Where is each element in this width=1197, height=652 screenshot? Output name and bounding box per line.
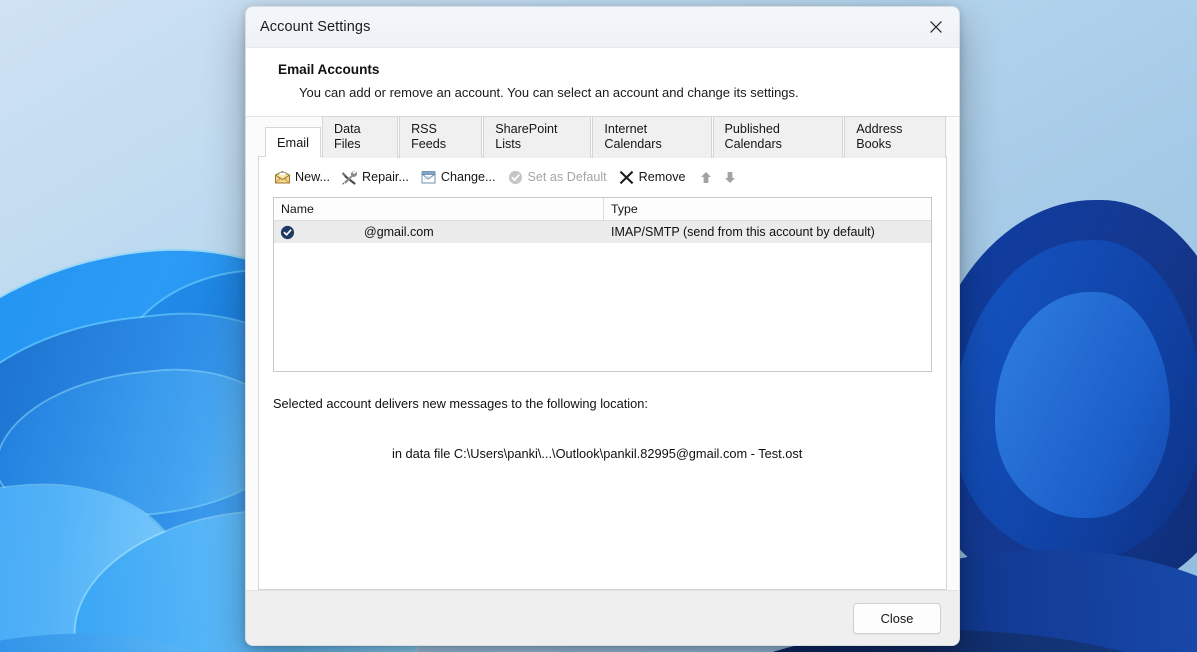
header-band: Email Accounts You can add or remove an …: [246, 48, 959, 117]
tab-address-books[interactable]: Address Books: [844, 116, 946, 158]
desktop-background: Account Settings Email Accounts You can …: [0, 0, 1197, 652]
close-button[interactable]: Close: [853, 603, 941, 634]
repair-button[interactable]: Repair...: [338, 167, 417, 188]
change-account-icon: [420, 169, 437, 186]
tab-rss-feeds[interactable]: RSS Feeds: [399, 116, 482, 158]
page-title: Email Accounts: [278, 62, 959, 77]
repair-label: Repair...: [362, 170, 409, 184]
new-account-label: New...: [295, 170, 330, 184]
tab-published-calendars[interactable]: Published Calendars: [713, 116, 844, 158]
repair-tools-icon: [341, 169, 358, 186]
email-tab-panel: New... Repair...: [258, 156, 947, 590]
tab-data-files[interactable]: Data Files: [322, 116, 398, 158]
account-name-cell: @gmail.com: [274, 225, 604, 240]
new-account-icon: [274, 169, 291, 186]
account-name-text: @gmail.com: [295, 225, 434, 239]
account-type-text: IMAP/SMTP (send from this account by def…: [604, 225, 931, 239]
delivery-location-label: Selected account delivers new messages t…: [273, 396, 946, 411]
default-account-check-icon: [280, 225, 295, 240]
dialog-titlebar: Account Settings: [246, 7, 959, 48]
column-header-type[interactable]: Type: [604, 198, 931, 220]
account-settings-dialog: Account Settings Email Accounts You can …: [245, 6, 960, 646]
set-default-check-icon: [507, 169, 524, 186]
arrow-up-icon[interactable]: [694, 166, 718, 188]
account-list[interactable]: Name Type @gmail.com: [273, 197, 932, 372]
delivery-location-path: in data file C:\Users\panki\...\Outlook\…: [273, 446, 946, 461]
remove-account-label: Remove: [639, 170, 686, 184]
remove-x-icon: [618, 169, 635, 186]
tab-email[interactable]: Email: [265, 127, 321, 157]
remove-account-button[interactable]: Remove: [615, 167, 694, 188]
dialog-footer: Close: [246, 590, 959, 645]
set-as-default-button: Set as Default: [504, 167, 615, 188]
delivery-location-section: Selected account delivers new messages t…: [259, 372, 946, 461]
change-account-button[interactable]: Change...: [417, 167, 504, 188]
dialog-title: Account Settings: [260, 19, 370, 35]
new-account-button[interactable]: New...: [271, 167, 338, 188]
account-toolbar: New... Repair...: [259, 157, 946, 197]
dialog-body: Email Data Files RSS Feeds SharePoint Li…: [246, 117, 959, 590]
change-account-label: Change...: [441, 170, 496, 184]
tab-internet-calendars[interactable]: Internet Calendars: [592, 116, 711, 158]
arrow-down-icon[interactable]: [718, 166, 742, 188]
set-as-default-label: Set as Default: [528, 170, 607, 184]
table-row[interactable]: @gmail.com IMAP/SMTP (send from this acc…: [274, 221, 931, 243]
close-x-icon[interactable]: [913, 7, 959, 48]
tabstrip: Email Data Files RSS Feeds SharePoint Li…: [265, 129, 947, 157]
page-description: You can add or remove an account. You ca…: [278, 85, 959, 100]
account-list-header: Name Type: [274, 198, 931, 221]
column-header-name[interactable]: Name: [274, 198, 604, 220]
panel-spacer: [259, 461, 946, 589]
tab-sharepoint-lists[interactable]: SharePoint Lists: [483, 116, 591, 158]
